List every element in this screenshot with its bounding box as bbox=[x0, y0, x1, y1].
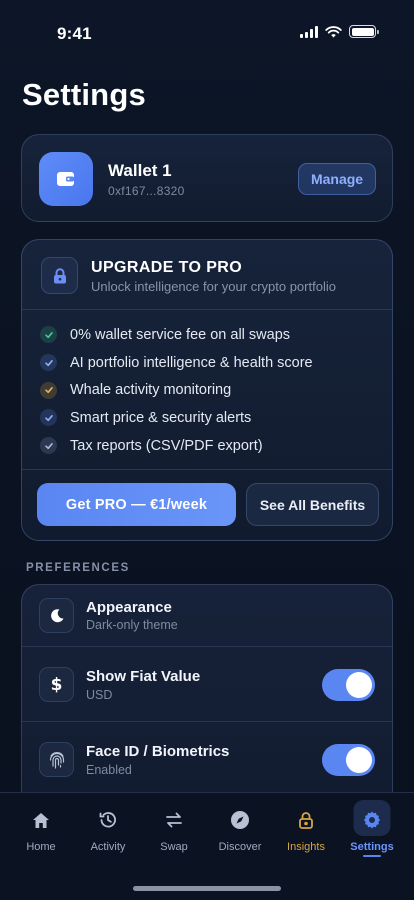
benefit-item: 0% wallet service fee on all swaps bbox=[40, 321, 313, 349]
check-icon bbox=[40, 326, 57, 344]
tab-label: Insights bbox=[287, 841, 325, 853]
fiat-toggle[interactable] bbox=[322, 669, 375, 701]
check-icon bbox=[40, 381, 57, 399]
pref-title: Appearance bbox=[86, 599, 172, 616]
pref-row-fiat: $ Show Fiat Value USD bbox=[22, 646, 392, 722]
lock-icon bbox=[295, 809, 317, 831]
tab-label: Settings bbox=[350, 841, 394, 853]
pref-subtitle: Dark-only theme bbox=[86, 618, 178, 632]
benefit-item: Smart price & security alerts bbox=[40, 404, 313, 432]
tab-insights[interactable]: Insights bbox=[271, 793, 341, 863]
benefit-label: Tax reports (CSV/PDF export) bbox=[70, 437, 263, 454]
section-label-preferences: PREFERENCES bbox=[26, 562, 130, 574]
swap-icon bbox=[163, 809, 185, 831]
pro-subtitle: Unlock intelligence for your crypto port… bbox=[91, 279, 336, 294]
pro-title: UPGRADE TO PRO bbox=[91, 259, 243, 276]
wallet-icon bbox=[39, 152, 93, 206]
active-tab-indicator bbox=[363, 855, 381, 857]
tab-label: Activity bbox=[90, 841, 126, 853]
wallet-name: Wallet 1 bbox=[108, 161, 172, 180]
divider bbox=[22, 469, 392, 470]
tab-discover[interactable]: Discover bbox=[205, 793, 275, 863]
status-icons bbox=[300, 25, 379, 38]
check-icon bbox=[40, 437, 57, 455]
tab-home[interactable]: Home bbox=[6, 793, 76, 863]
status-time: 9:41 bbox=[57, 24, 92, 43]
check-icon bbox=[40, 354, 57, 372]
wallet-card[interactable]: Wallet 1 0xf167...8320 Manage bbox=[21, 134, 393, 222]
tab-bar: Home Activity Swap Discover Insights Set… bbox=[0, 792, 414, 900]
pref-subtitle: Enabled bbox=[86, 763, 132, 777]
tab-label: Swap bbox=[160, 841, 188, 853]
tab-label: Home bbox=[26, 841, 56, 853]
page-title: Settings bbox=[22, 77, 146, 112]
pref-row-biometrics: Face ID / Biometrics Enabled bbox=[22, 721, 392, 797]
home-icon bbox=[30, 809, 52, 831]
signal-icon bbox=[300, 25, 318, 38]
biometrics-toggle[interactable] bbox=[322, 744, 375, 776]
tab-settings[interactable]: Settings bbox=[337, 793, 407, 863]
benefit-item: Tax reports (CSV/PDF export) bbox=[40, 432, 313, 460]
divider bbox=[22, 309, 392, 310]
status-bar: 9:41 bbox=[0, 0, 414, 60]
pref-subtitle: USD bbox=[86, 688, 113, 702]
gear-icon bbox=[361, 809, 383, 831]
benefits-list: 0% wallet service fee on all swaps AI po… bbox=[40, 321, 313, 459]
fingerprint-icon bbox=[39, 742, 74, 777]
benefit-item: Whale activity monitoring bbox=[40, 376, 313, 404]
pref-title: Show Fiat Value bbox=[86, 668, 201, 685]
benefit-item: AI portfolio intelligence & health score bbox=[40, 349, 313, 377]
moon-icon bbox=[39, 598, 74, 633]
pref-title: Face ID / Biometrics bbox=[86, 743, 230, 760]
wallet-address: 0xf167...8320 bbox=[108, 184, 185, 198]
compass-icon bbox=[229, 809, 251, 831]
benefit-label: Whale activity monitoring bbox=[70, 382, 232, 399]
benefit-label: AI portfolio intelligence & health score bbox=[70, 354, 313, 371]
tab-label: Discover bbox=[218, 841, 262, 853]
manage-button[interactable]: Manage bbox=[298, 163, 376, 195]
pref-row-appearance[interactable]: Appearance Dark-only theme bbox=[22, 585, 392, 646]
battery-icon bbox=[349, 25, 379, 38]
benefit-label: Smart price & security alerts bbox=[70, 409, 252, 426]
wifi-icon bbox=[325, 25, 342, 37]
lock-icon bbox=[41, 257, 78, 294]
dollar-icon: $ bbox=[39, 667, 74, 702]
history-icon bbox=[97, 809, 119, 831]
tab-activity[interactable]: Activity bbox=[73, 793, 143, 863]
benefit-label: 0% wallet service fee on all swaps bbox=[70, 326, 291, 343]
upgrade-pro-card: UPGRADE TO PRO Unlock intelligence for y… bbox=[21, 239, 393, 541]
tab-swap[interactable]: Swap bbox=[139, 793, 209, 863]
see-all-benefits-button[interactable]: See All Benefits bbox=[246, 483, 379, 526]
get-pro-button[interactable]: Get PRO — €1/week bbox=[37, 483, 236, 526]
home-indicator bbox=[133, 886, 281, 891]
check-icon bbox=[40, 409, 57, 427]
